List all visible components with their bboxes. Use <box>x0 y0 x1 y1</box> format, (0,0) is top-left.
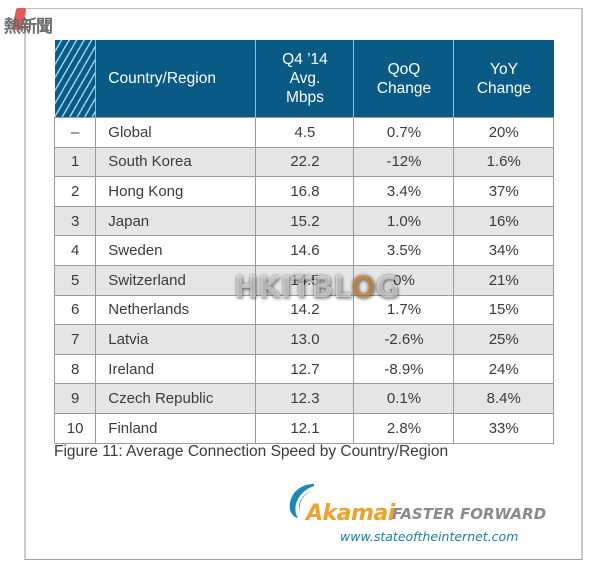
mbps-cell: 12.7 <box>255 353 355 385</box>
yoy-cell: 1.6% <box>453 146 554 178</box>
country-cell: Switzerland <box>95 264 257 296</box>
site-logo: 熱新聞 <box>4 6 68 37</box>
yoy-cell: 25% <box>453 324 554 355</box>
country-cell: Japan <box>95 205 257 237</box>
akamai-url[interactable]: www.stateoftheinternet.com <box>340 529 518 544</box>
yoy-cell: 34% <box>453 235 554 266</box>
country-cell: Sweden <box>95 235 257 266</box>
mbps-cell: 14.6 <box>255 235 355 266</box>
qoq-header-line1: QoQ <box>387 60 421 78</box>
country-cell: Netherlands <box>95 294 257 326</box>
country-cell: Finland <box>95 412 257 444</box>
akamai-tagline: FASTER FORWARD <box>392 505 547 523</box>
table-row: – Global 4.5 0.7% 20% <box>53 117 554 148</box>
country-cell: Czech Republic <box>95 383 257 414</box>
rank-cell: 5 <box>53 264 97 296</box>
watermark-text-end: G <box>375 270 400 304</box>
table-row: 1 South Korea 22.2 -12% 1.6% <box>53 146 554 178</box>
rank-cell: 2 <box>53 176 97 207</box>
table-row: 2 Hong Kong 16.8 3.4% 37% <box>53 176 554 207</box>
yoy-cell: 33% <box>453 412 554 444</box>
yoy-cell: 21% <box>453 264 554 296</box>
mbps-cell: 22.2 <box>255 146 355 178</box>
yoy-cell: 8.4% <box>453 383 554 414</box>
avg-header-line1: Q4 ’14 <box>282 51 328 68</box>
yoy-cell: 15% <box>453 294 554 326</box>
country-cell: Hong Kong <box>95 176 257 207</box>
yoy-cell: 20% <box>453 117 554 148</box>
akamai-logo: Akamai FASTER FORWARD www.stateoftheinte… <box>284 480 564 550</box>
mbps-cell: 12.1 <box>255 412 355 444</box>
qoq-cell: -2.6% <box>353 324 455 355</box>
speed-table: Country/Region Q4 ’14 Avg. Mbps QoQ Chan… <box>53 40 554 444</box>
mbps-cell: 12.3 <box>255 383 355 414</box>
watermark: HKITBLOG <box>234 270 399 304</box>
avg-header-line2: Avg. <box>289 70 321 87</box>
country-cell: South Korea <box>95 146 257 178</box>
table-header-row: Country/Region Q4 ’14 Avg. Mbps QoQ Chan… <box>54 40 554 118</box>
table-row: 10 Finland 12.1 2.8% 33% <box>53 412 554 444</box>
mbps-cell: 15.2 <box>255 205 355 237</box>
rank-cell: 3 <box>53 205 97 237</box>
watermark-text: HKITBL <box>234 270 351 304</box>
rank-cell: – <box>53 117 97 148</box>
akamai-brand: Akamai <box>306 501 395 526</box>
country-cell: Global <box>95 117 257 148</box>
rank-header-hatch <box>54 40 96 118</box>
country-header: Country/Region <box>95 40 256 118</box>
rank-cell: 7 <box>53 324 97 355</box>
qoq-cell: 0.7% <box>353 117 455 148</box>
qoq-cell: 1.0% <box>353 205 455 237</box>
rank-cell: 1 <box>53 146 97 178</box>
watermark-o: O <box>350 270 376 304</box>
figure-caption: Figure 11: Average Connection Speed by C… <box>54 443 449 460</box>
yoy-cell: 37% <box>453 176 554 207</box>
rank-cell: 9 <box>53 383 97 414</box>
qoq-cell: 3.5% <box>353 235 455 266</box>
mbps-cell: 4.5 <box>255 117 355 148</box>
rank-cell: 10 <box>53 412 97 444</box>
qoq-cell: 0.1% <box>353 383 455 414</box>
table-row: 8 Ireland 12.7 -8.9% 24% <box>53 353 554 385</box>
qoq-cell: 3.4% <box>353 176 455 207</box>
table-row: 4 Sweden 14.6 3.5% 34% <box>53 235 554 266</box>
yoy-header: YoY Change <box>453 40 554 118</box>
yoy-header-line1: YoY <box>490 60 518 78</box>
qoq-header-line2: Change <box>376 79 432 97</box>
avg-mbps-header: Q4 ’14 Avg. Mbps <box>255 40 354 118</box>
rank-cell: 4 <box>53 235 97 266</box>
mbps-cell: 16.8 <box>255 176 355 207</box>
rank-cell: 8 <box>53 353 97 385</box>
table-row: 9 Czech Republic 12.3 0.1% 8.4% <box>53 383 554 414</box>
table-row: 7 Latvia 13.0 -2.6% 25% <box>53 324 554 355</box>
qoq-cell: -12% <box>353 146 455 178</box>
rank-cell: 6 <box>53 294 97 326</box>
table-row: 3 Japan 15.2 1.0% 16% <box>53 205 554 237</box>
qoq-cell: 2.8% <box>353 412 455 444</box>
country-cell: Latvia <box>95 324 257 355</box>
site-logo-text: 熱新聞 <box>4 17 53 37</box>
country-cell: Ireland <box>95 353 257 385</box>
avg-header-line3: Mbps <box>286 89 324 106</box>
yoy-header-line2: Change <box>476 79 532 97</box>
qoq-cell: -8.9% <box>353 353 455 385</box>
yoy-cell: 16% <box>453 205 554 237</box>
qoq-header: QoQ Change <box>353 40 454 118</box>
yoy-cell: 24% <box>453 353 554 385</box>
mbps-cell: 13.0 <box>255 324 355 355</box>
